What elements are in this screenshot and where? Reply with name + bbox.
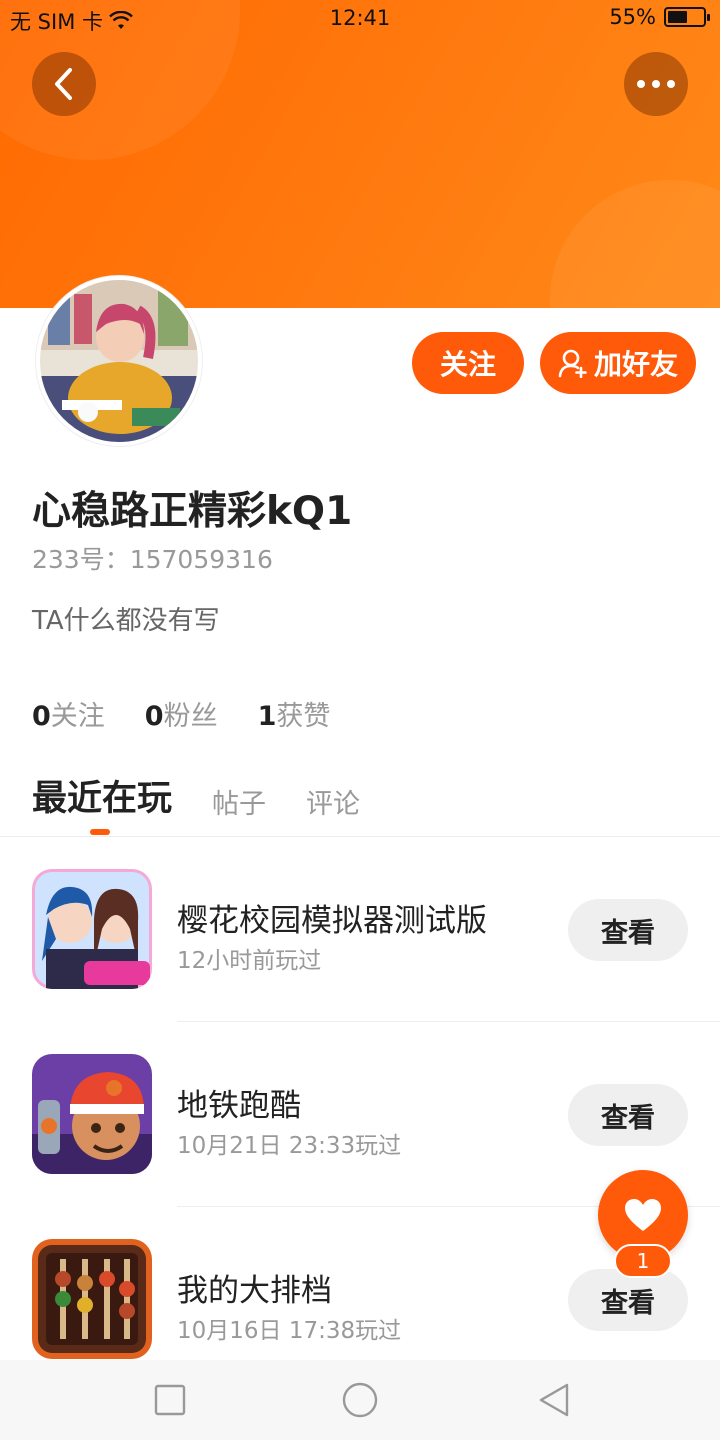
follow-label: 关注: [439, 348, 496, 381]
game-title: 樱花校园模拟器测试版: [177, 903, 487, 939]
game-last-played: 10月16日 17:38玩过: [177, 1318, 402, 1344]
username: 心稳路正精彩kQ1: [32, 489, 353, 534]
chevron-left-icon: [55, 68, 72, 100]
tab-active-indicator: [90, 829, 110, 835]
stat-number: 0: [32, 701, 51, 732]
circle-icon: [342, 1382, 378, 1418]
user-id-value: 157059316: [129, 545, 273, 574]
profile-header-banner: [0, 0, 720, 308]
follow-button[interactable]: 关注: [412, 332, 524, 394]
view-button[interactable]: 查看: [568, 899, 688, 961]
game-icon: [32, 1239, 152, 1359]
battery-icon: [664, 7, 710, 27]
view-button[interactable]: 查看: [568, 1084, 688, 1146]
game-icon: [32, 869, 152, 989]
triangle-back-icon: [539, 1383, 569, 1417]
stat-number: 1: [257, 701, 277, 732]
sakura-school-icon: [32, 869, 152, 989]
bio: TA什么都没有写: [32, 606, 220, 636]
list-item[interactable]: 地铁跑酷 10月21日 23:33玩过 查看: [0, 1022, 720, 1207]
stat-label: 粉丝: [163, 701, 218, 732]
user-id-label: 233号：: [32, 545, 130, 574]
status-right: 55%: [609, 5, 710, 29]
banner-decoration: [550, 180, 720, 308]
tab-recently-played[interactable]: 最近在玩: [32, 770, 172, 829]
bbq-stall-icon: [32, 1239, 152, 1359]
more-dots-icon: [637, 80, 675, 88]
tab-comments[interactable]: 评论: [306, 782, 360, 829]
avatar-illustration: [40, 280, 198, 442]
stat-label: 获赞: [276, 701, 331, 732]
status-bar: 无 SIM 卡 12:41 55%: [0, 0, 720, 38]
tab-posts[interactable]: 帖子: [212, 782, 266, 829]
recent-apps-button[interactable]: [148, 1378, 192, 1422]
stat-fans[interactable]: 0粉丝: [145, 694, 218, 733]
stats-row: 0关注 0粉丝 1获赞: [32, 694, 330, 733]
home-button[interactable]: [338, 1378, 382, 1422]
add-user-icon: [558, 349, 587, 378]
stat-number: 0: [144, 701, 164, 732]
game-last-played: 12小时前玩过: [177, 948, 322, 974]
user-id: 233号：157059316: [32, 540, 273, 576]
square-icon: [154, 1384, 186, 1416]
add-friend-button[interactable]: 加好友: [540, 332, 696, 394]
game-icon: [32, 1054, 152, 1174]
battery-percent: 55%: [609, 5, 656, 29]
subway-surfers-icon: [32, 1054, 152, 1174]
tab-bar: 最近在玩 帖子 评论: [32, 770, 360, 829]
game-last-played: 10月21日 23:33玩过: [177, 1133, 402, 1159]
stat-following[interactable]: 0关注: [32, 694, 105, 733]
system-nav-bar: [0, 1360, 720, 1440]
stat-label: 关注: [50, 701, 105, 732]
game-title: 地铁跑酷: [177, 1088, 301, 1124]
view-button[interactable]: 查看: [568, 1269, 688, 1331]
battery-fill: [668, 11, 687, 23]
heart-icon: [625, 1199, 661, 1231]
avatar[interactable]: [36, 276, 202, 446]
stat-likes: 1获赞: [258, 694, 331, 733]
back-button[interactable]: [32, 52, 96, 116]
list-item[interactable]: 樱花校园模拟器测试版 12小时前玩过 查看: [0, 837, 720, 1022]
more-options-button[interactable]: [624, 52, 688, 116]
game-title: 我的大排档: [177, 1273, 332, 1309]
add-friend-label: 加好友: [593, 348, 678, 381]
like-count-badge: 1: [614, 1244, 672, 1278]
back-nav-button[interactable]: [532, 1378, 576, 1422]
